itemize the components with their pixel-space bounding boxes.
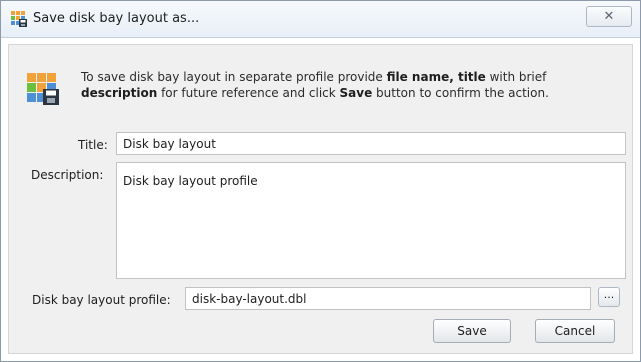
title-label: Title: [78,138,108,152]
description-label: Description: [31,168,104,182]
profile-file-input[interactable] [185,287,591,310]
disk-bay-save-icon [11,11,27,27]
dialog-body: To save disk bay layout in separate prof… [8,44,633,354]
instruction-text: To save disk bay layout in separate prof… [81,70,549,100]
profile-label: Disk bay layout profile: [32,293,171,307]
title-bar[interactable]: Save disk bay layout as... ✕ [1,1,640,38]
description-textarea[interactable]: Disk bay layout profile [116,162,626,279]
title-input[interactable] [116,132,626,155]
dialog-title: Save disk bay layout as... [33,11,200,26]
cancel-button[interactable]: Cancel [535,319,615,343]
save-layout-dialog: Save disk bay layout as... ✕ To save dis… [0,0,641,362]
browse-button[interactable]: ... [598,287,620,307]
disk-bay-save-icon [27,73,59,105]
close-button[interactable]: ✕ [586,6,632,27]
save-button[interactable]: Save [433,319,511,343]
close-icon: ✕ [603,9,615,24]
